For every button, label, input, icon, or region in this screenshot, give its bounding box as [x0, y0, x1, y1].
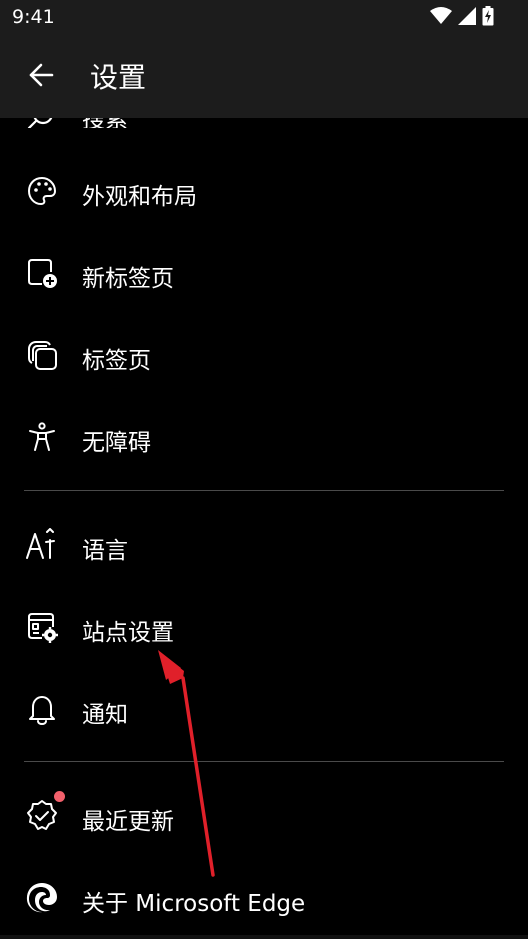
settings-item-label: 语言 [82, 538, 128, 564]
settings-item-label: 通知 [82, 702, 128, 728]
settings-item-new-tab[interactable]: 新标签页 [0, 232, 528, 314]
settings-item-label: 无障碍 [82, 430, 151, 456]
status-icons [430, 6, 494, 30]
section-divider [24, 761, 504, 762]
battery-charging-icon [482, 6, 494, 30]
cell-signal-icon [458, 7, 476, 29]
bottom-edge [0, 935, 528, 939]
settings-item-label: 搜索 [82, 118, 128, 128]
section-divider [24, 490, 504, 491]
settings-item-site-settings[interactable]: 站点设置 [0, 586, 528, 668]
accessibility-icon [24, 419, 60, 455]
settings-item-label: 外观和布局 [82, 184, 197, 210]
arrow-left-icon [27, 61, 55, 93]
status-time: 9:41 [12, 6, 55, 28]
settings-item-label: 最近更新 [82, 809, 174, 835]
settings-item-label: 站点设置 [82, 620, 174, 646]
settings-item-appearance[interactable]: 外观和布局 [0, 150, 528, 232]
badge-check-icon [24, 798, 60, 834]
status-bar: 9:41 [0, 0, 528, 36]
settings-item-accessibility[interactable]: 无障碍 [0, 396, 528, 478]
bell-icon [24, 691, 60, 727]
language-icon [24, 527, 60, 563]
settings-item-notifications[interactable]: 通知 [0, 668, 528, 750]
settings-item-language[interactable]: 语言 [0, 504, 528, 586]
edge-logo-icon [24, 880, 60, 916]
site-settings-icon [24, 609, 60, 645]
tabs-icon [24, 337, 60, 373]
wifi-icon [430, 7, 452, 29]
settings-item-label: 关于 Microsoft Edge [82, 891, 306, 917]
page-title: 设置 [90, 61, 147, 94]
settings-item-label: 新标签页 [82, 266, 174, 292]
app-bar: 设置 [0, 36, 528, 118]
settings-item-tabs[interactable]: 标签页 [0, 314, 528, 396]
new-tab-icon [24, 255, 60, 291]
settings-item-search[interactable]: 搜索 [0, 118, 528, 128]
settings-item-whats-new[interactable]: 最近更新 [0, 775, 528, 857]
palette-icon [24, 173, 60, 209]
settings-item-about-edge[interactable]: 关于 Microsoft Edge [0, 857, 528, 939]
notification-badge [54, 791, 65, 802]
search-icon [26, 118, 56, 128]
settings-item-label: 标签页 [82, 348, 151, 374]
back-button[interactable] [22, 58, 60, 96]
